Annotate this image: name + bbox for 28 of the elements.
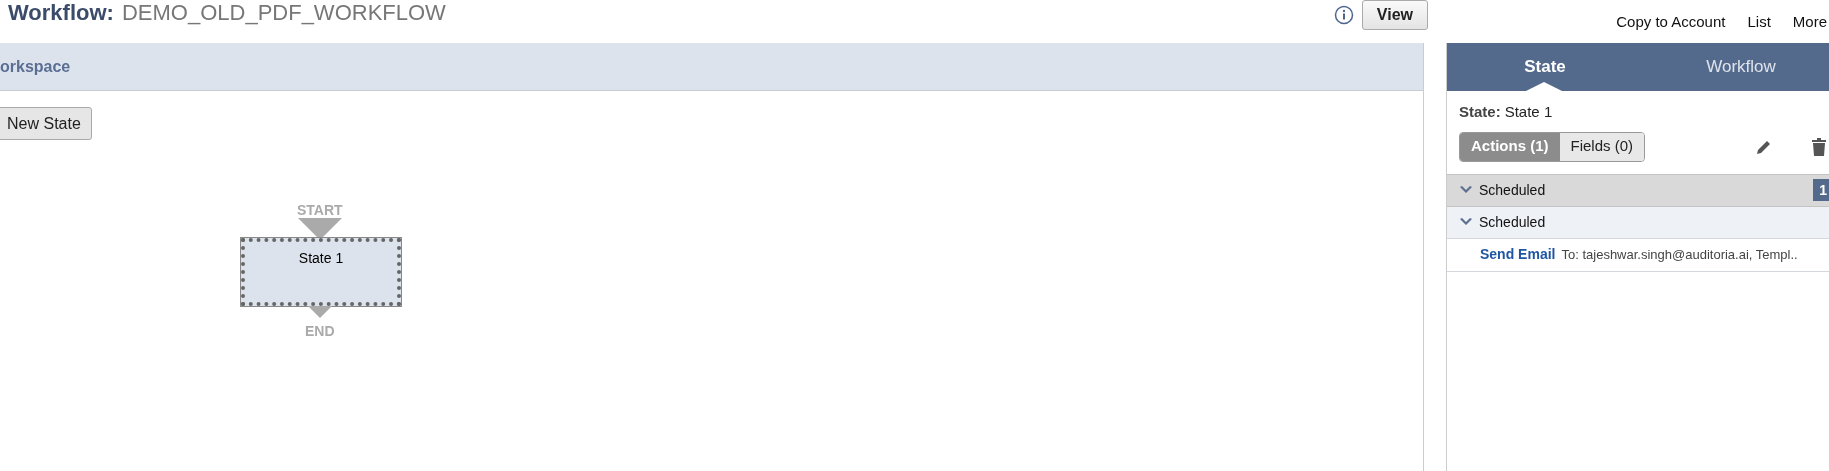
segment-tab[interactable]: Fields (0) (1559, 132, 1645, 161)
workflow-name: DEMO_OLD_PDF_WORKFLOW (121, 0, 446, 26)
header-link[interactable]: List (1747, 11, 1771, 34)
info-icon[interactable] (1333, 5, 1354, 25)
end-label: END (305, 322, 335, 341)
trash-icon[interactable] (1811, 137, 1827, 156)
panel-tab[interactable]: Workflow (1643, 43, 1829, 91)
header-link[interactable]: More (1792, 11, 1827, 34)
start-arrow-icon (298, 218, 342, 240)
workspace-title: orkspace (0, 56, 71, 77)
count-badge: 1 (1813, 179, 1829, 201)
panel-tab[interactable]: State (1447, 43, 1643, 91)
start-label: START (297, 201, 343, 220)
group-row[interactable]: Scheduled 1 (1447, 173, 1829, 207)
state-node[interactable]: State 1 (241, 238, 401, 306)
state-label: State: (1459, 102, 1501, 122)
subgroup-row[interactable]: Scheduled (1447, 206, 1829, 239)
workflow-label: Workflow: (8, 0, 114, 26)
end-arrow-icon (308, 306, 332, 318)
tab-pointer-icon (1526, 82, 1562, 91)
chevron-icon[interactable] (1459, 217, 1473, 227)
new-state-button[interactable]: New State (0, 107, 92, 140)
header-link[interactable]: Copy to Account (1616, 11, 1726, 34)
state-name: State 1 (1504, 102, 1553, 122)
view-button[interactable]: View (1361, 0, 1428, 30)
action-link[interactable]: Send Email (1480, 244, 1556, 265)
chevron-icon[interactable] (1459, 185, 1473, 195)
action-detail: To: tajeshwar.singh@auditoria.ai, Templ.. (1561, 245, 1798, 264)
